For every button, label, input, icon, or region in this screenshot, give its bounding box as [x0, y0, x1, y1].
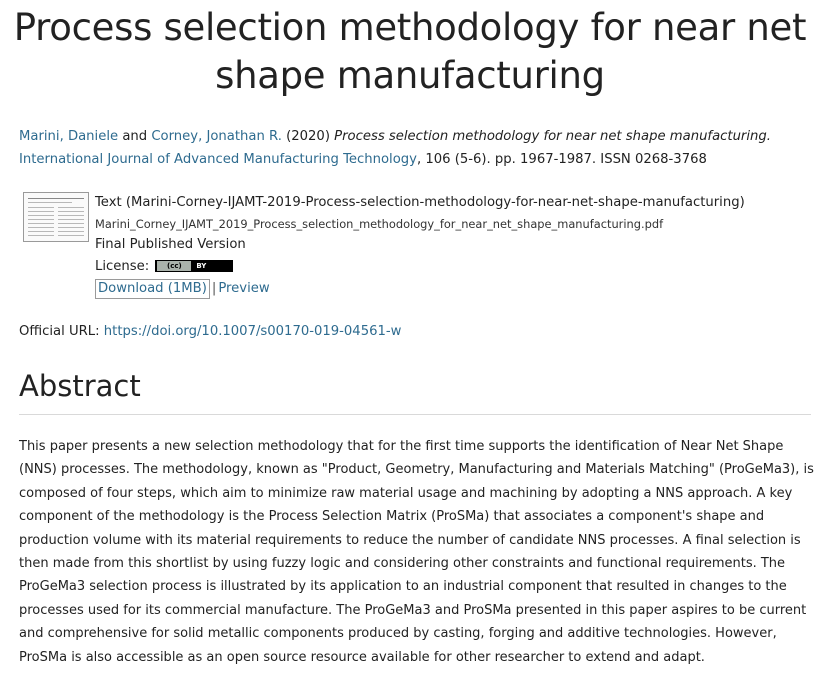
citation-year: (2020) — [286, 129, 330, 144]
document-version: Final Published Version — [95, 237, 246, 252]
abstract-divider — [19, 414, 811, 415]
citation-and: and — [122, 129, 148, 144]
license-label: License: — [95, 259, 150, 274]
document-type: Text (Marini-Corney-IJAMT-2019-Process-s… — [95, 195, 745, 210]
page-title-line-2: shape manufacturing — [215, 54, 605, 97]
by-badge-text: BY — [196, 262, 207, 270]
abstract-heading: Abstract — [19, 369, 141, 403]
citation-details: , 106 (5-6). pp. 1967-1987. ISSN 0268-37… — [416, 152, 707, 167]
author-link-corney[interactable]: Corney, Jonathan R. — [151, 129, 282, 144]
license-row: License: (cc) BY — [95, 256, 795, 278]
cc-badge-text: (cc) — [157, 261, 192, 271]
official-url-link[interactable]: https://doi.org/10.1007/s00170-019-04561… — [104, 324, 402, 339]
author-link-marini[interactable]: Marini, Daniele — [19, 129, 118, 144]
page-title: Process selection methodology for near n… — [0, 4, 820, 100]
abstract-body: This paper presents a new selection meth… — [19, 439, 814, 665]
journal-link[interactable]: International Journal of Advanced Manufa… — [19, 152, 417, 167]
cc-by-license-icon[interactable]: (cc) BY — [155, 260, 234, 272]
link-separator: | — [211, 281, 217, 296]
citation-title: Process selection methodology for near n… — [334, 129, 771, 144]
download-button[interactable]: Download (1MB) — [95, 279, 210, 299]
eprint-page: Process selection methodology for near n… — [0, 0, 820, 677]
page-title-line-1: Process selection methodology for near n… — [13, 6, 807, 49]
citation: Marini, Daniele and Corney, Jonathan R. … — [19, 125, 809, 171]
preview-link[interactable]: Preview — [218, 281, 269, 296]
download-row: Download (1MB) | Preview — [95, 278, 795, 300]
document-info: Text (Marini-Corney-IJAMT-2019-Process-s… — [95, 192, 795, 300]
document-thumbnail[interactable] — [23, 192, 89, 242]
official-url-label: Official URL: — [19, 324, 100, 339]
document-filename: Marini_Corney_IJAMT_2019_Process_selecti… — [95, 217, 664, 231]
official-url-row: Official URL: https://doi.org/10.1007/s0… — [19, 321, 401, 343]
